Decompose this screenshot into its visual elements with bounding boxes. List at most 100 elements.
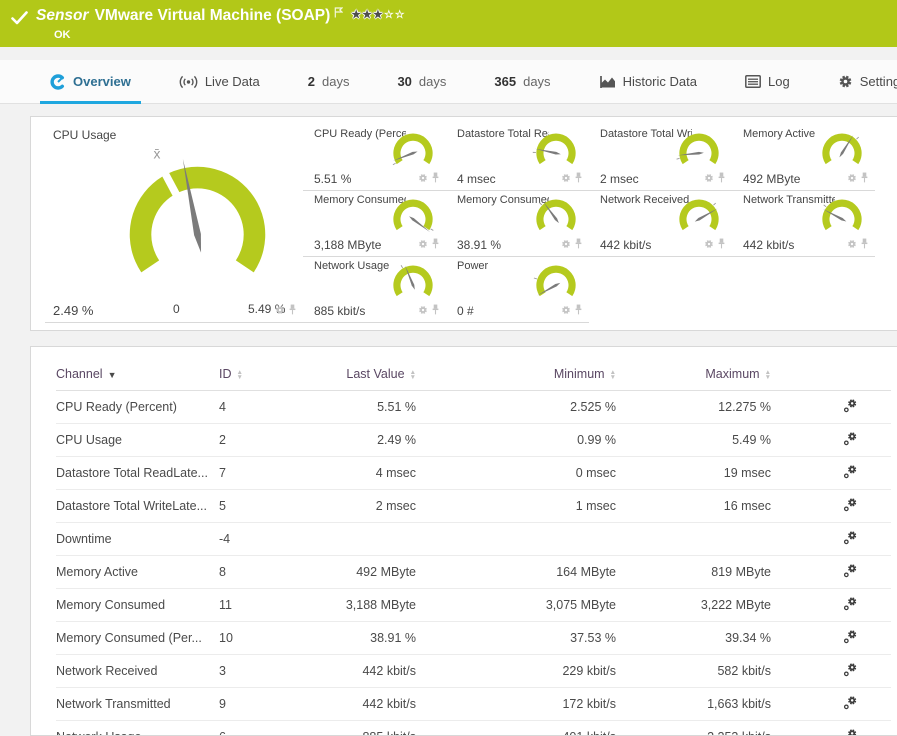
- column-header-last-value[interactable]: Last Value▲▼: [304, 357, 416, 391]
- gauge-actions[interactable]: [847, 170, 869, 188]
- channel-settings-icon[interactable]: [843, 596, 858, 611]
- gauge-value: 0 #: [457, 304, 474, 318]
- column-header-channel[interactable]: Channel▼: [56, 357, 219, 391]
- channel-settings-icon[interactable]: [843, 662, 858, 677]
- column-header-minimum[interactable]: Minimum▲▼: [416, 357, 616, 391]
- svg-text:x̄: x̄: [154, 145, 161, 161]
- column-label: Maximum: [705, 367, 759, 381]
- channel-settings-icon[interactable]: [843, 464, 858, 479]
- table-row-cpu-usage: CPU Usage22.49 %0.99 %5.49 %: [56, 424, 891, 457]
- cell-id: 10: [219, 622, 304, 655]
- gauge-pin-icon[interactable]: [860, 236, 869, 254]
- cell-id: -4: [219, 523, 304, 556]
- gauge-actions[interactable]: [418, 236, 440, 254]
- channel-settings-icon[interactable]: [843, 695, 858, 710]
- tab-label: days: [322, 74, 349, 89]
- channel-settings-icon[interactable]: [843, 629, 858, 644]
- cell-channel: Datastore Total WriteLate...: [56, 490, 219, 523]
- cell-maximum: [616, 523, 771, 556]
- cell-channel: CPU Ready (Percent): [56, 391, 219, 424]
- cell-maximum: 582 kbit/s: [616, 655, 771, 688]
- gauge-actions[interactable]: [418, 302, 440, 320]
- column-header-id[interactable]: ID▲▼: [219, 357, 304, 391]
- gauge-pin-icon[interactable]: [431, 302, 440, 320]
- cell-actions: [771, 589, 891, 622]
- gauge-actions[interactable]: [561, 302, 583, 320]
- cell-id: 6: [219, 721, 304, 736]
- gauge-actions[interactable]: [418, 170, 440, 188]
- channel-settings-icon[interactable]: [843, 728, 858, 736]
- star-filled-icon[interactable]: ★: [351, 9, 362, 21]
- gauge-gear-icon[interactable]: [418, 170, 428, 188]
- primary-gauge-actions[interactable]: [275, 302, 297, 320]
- sort-both-icon: ▲▼: [765, 370, 771, 380]
- gauge-pin-icon[interactable]: [717, 236, 726, 254]
- gauge-gear-icon[interactable]: [847, 170, 857, 188]
- tab-live-data[interactable]: Live Data: [167, 60, 272, 103]
- cell-id: 4: [219, 391, 304, 424]
- gauge-actions[interactable]: [704, 170, 726, 188]
- tab-2-days[interactable]: 2days: [296, 60, 362, 103]
- gauge-pin-icon[interactable]: [574, 302, 583, 320]
- gauge-gear-icon[interactable]: [275, 302, 285, 320]
- live-icon: [179, 75, 198, 89]
- channel-settings-icon[interactable]: [843, 497, 858, 512]
- gauge-actions[interactable]: [847, 236, 869, 254]
- tab-log[interactable]: Log: [733, 60, 802, 103]
- gauge-value: 38.91 %: [457, 238, 501, 252]
- chart-icon: [599, 75, 616, 89]
- channel-settings-icon[interactable]: [843, 431, 858, 446]
- channel-settings-icon[interactable]: [843, 530, 858, 545]
- channel-settings-icon[interactable]: [843, 563, 858, 578]
- table-row-memory-consumed-per: Memory Consumed (Per...1038.91 %37.53 %3…: [56, 622, 891, 655]
- star-filled-icon[interactable]: ★: [362, 9, 373, 21]
- gauge-gear-icon[interactable]: [704, 236, 714, 254]
- star-empty-icon[interactable]: ☆: [384, 9, 395, 21]
- star-filled-icon[interactable]: ★: [373, 9, 384, 21]
- gauge-gear-icon[interactable]: [561, 236, 571, 254]
- sensor-kind-label: Sensor: [36, 7, 89, 25]
- gauge-actions[interactable]: [561, 236, 583, 254]
- column-label: ID: [219, 367, 232, 381]
- priority-stars[interactable]: ★★★☆☆: [351, 6, 405, 24]
- channels-table: Channel▼ID▲▼Last Value▲▼Minimum▲▼Maximum…: [56, 357, 891, 736]
- primary-gauge-scale-min: 0: [173, 302, 180, 316]
- tab-settings[interactable]: Settings: [826, 60, 897, 103]
- cell-minimum: 2.525 %: [416, 391, 616, 424]
- tab-30-days[interactable]: 30days: [385, 60, 458, 103]
- cell-last-value: 5.51 %: [304, 391, 416, 424]
- gauge-pin-icon[interactable]: [288, 302, 297, 320]
- page-title: VMware Virtual Machine (SOAP): [95, 7, 331, 25]
- channel-settings-icon[interactable]: [843, 398, 858, 413]
- tab-label: days: [419, 74, 446, 89]
- gauge-actions[interactable]: [704, 236, 726, 254]
- table-row-datastore-total-writelate: Datastore Total WriteLate...52 msec1 mse…: [56, 490, 891, 523]
- gauge-value: 2 msec: [600, 172, 639, 186]
- gauge-pin-icon[interactable]: [431, 236, 440, 254]
- prtg-sensor-page: { "colors": { "brand_green": "#b2c818", …: [0, 0, 897, 721]
- cell-maximum: 3,222 MByte: [616, 589, 771, 622]
- gauge-cell-datastore-total-readla: Datastore Total ReadLa...4 msec: [446, 125, 589, 191]
- column-header-actions: [771, 357, 891, 391]
- gauge-gear-icon[interactable]: [418, 302, 428, 320]
- tab-overview[interactable]: Overview: [38, 60, 143, 103]
- gauge-value: 492 MByte: [743, 172, 800, 186]
- gauge-pin-icon[interactable]: [860, 170, 869, 188]
- cell-actions: [771, 457, 891, 490]
- gauge-gear-icon[interactable]: [847, 236, 857, 254]
- gauge-gear-icon[interactable]: [704, 170, 714, 188]
- column-header-maximum[interactable]: Maximum ▲▼: [616, 357, 771, 391]
- gauge-pin-icon[interactable]: [574, 236, 583, 254]
- tab-365-days[interactable]: 365days: [482, 60, 562, 103]
- gauge-pin-icon[interactable]: [431, 170, 440, 188]
- gauge-gear-icon[interactable]: [561, 302, 571, 320]
- gauge-gear-icon[interactable]: [561, 170, 571, 188]
- flag-icon[interactable]: [334, 5, 343, 23]
- tab-historic-data[interactable]: Historic Data: [587, 60, 709, 103]
- star-empty-icon[interactable]: ☆: [395, 9, 406, 21]
- gauge-gear-icon[interactable]: [418, 236, 428, 254]
- gauge-actions[interactable]: [561, 170, 583, 188]
- gauge-pin-icon[interactable]: [717, 170, 726, 188]
- gauge-pin-icon[interactable]: [574, 170, 583, 188]
- sort-both-icon: ▲▼: [410, 370, 416, 380]
